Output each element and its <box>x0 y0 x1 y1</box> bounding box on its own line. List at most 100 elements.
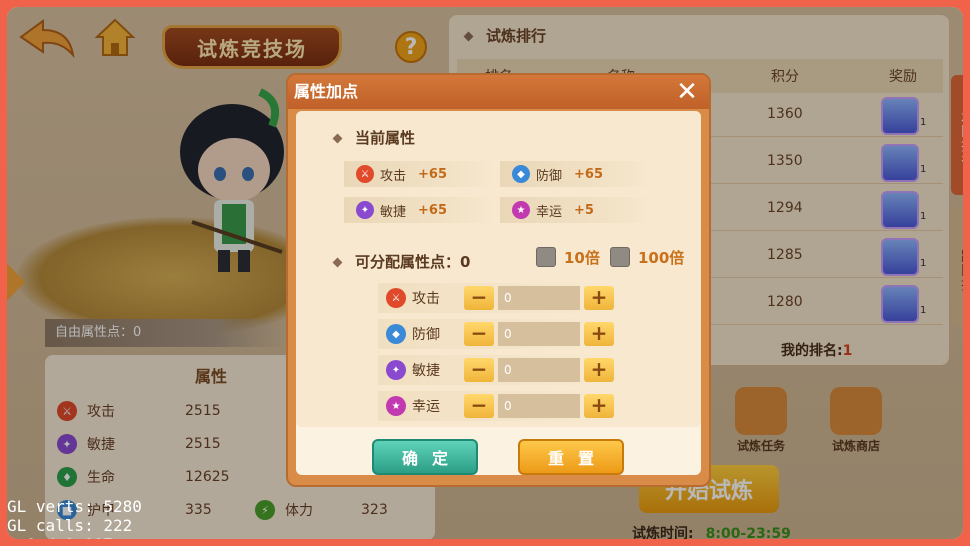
multiplier-10-label: 10倍 <box>564 249 600 267</box>
defense-points-input[interactable] <box>498 322 580 346</box>
attack-icon: ⚔ <box>356 165 374 183</box>
free-points-label: 自由属性点：0 <box>45 319 285 347</box>
current-attack: ⚔ 攻击 +65 <box>344 161 494 187</box>
gift-box-icon[interactable] <box>881 238 919 276</box>
plus-button[interactable]: + <box>584 322 614 346</box>
alloc-label: 幸运 <box>412 399 440 415</box>
alloc-row-luck: ★ 幸运 − + <box>378 391 648 421</box>
page-title: 试炼竞技场 <box>162 25 342 69</box>
life-icon: ♦ <box>57 467 77 487</box>
debug-line: GL verts: 5280 <box>7 497 142 516</box>
ranking-title: 试炼排行 <box>463 25 547 46</box>
clipboard-icon <box>735 387 787 435</box>
stat-agility: ✦ 敏捷 2515 <box>57 434 221 454</box>
attr-label: 敏捷 <box>380 204 407 220</box>
row-score: 1294 <box>767 200 803 216</box>
help-icon[interactable]: ? <box>395 31 427 63</box>
plus-button[interactable]: + <box>584 394 614 418</box>
row-score: 1285 <box>767 247 803 263</box>
attr-bonus: +65 <box>418 202 447 218</box>
gift-box-icon[interactable] <box>881 97 919 135</box>
trial-time: 试炼时间: 8:00-23:59 <box>632 523 791 542</box>
modal-body: 当前属性 ⚔ 攻击 +65 ◆ 防御 +65 ✦ 敏捷 +65 ★ 幸运 +5 … <box>296 111 701 475</box>
attr-bonus: +65 <box>418 166 447 182</box>
multiplier-100-checkbox[interactable] <box>610 247 630 267</box>
diamond-icon <box>332 257 343 268</box>
multiplier-10-checkbox[interactable] <box>536 247 556 267</box>
stat-label: 攻击 <box>87 404 115 420</box>
modal-content: 当前属性 ⚔ 攻击 +65 ◆ 防御 +65 ✦ 敏捷 +65 ★ 幸运 +5 … <box>296 111 701 427</box>
reset-button[interactable]: 重置 <box>518 439 624 475</box>
my-rank-value: 1 <box>842 343 853 359</box>
minus-button[interactable]: − <box>464 394 494 418</box>
debug-line: 0.0 / 0.017 <box>7 535 113 546</box>
alloc-row-defense: ◆ 防御 − + <box>378 319 648 349</box>
agility-icon: ✦ <box>57 434 77 454</box>
gift-box-icon[interactable] <box>881 191 919 229</box>
debug-overlay: GL verts: 5280 GL calls: 222 0.0 / 0.017 <box>7 497 142 546</box>
trial-time-label: 试炼时间: <box>632 526 694 542</box>
stat-label: 敏捷 <box>87 437 115 453</box>
tab-cross-rank[interactable]: 跨区排 <box>951 207 963 327</box>
agility-points-input[interactable] <box>498 358 580 382</box>
alloc-row-agility: ✦ 敏捷 − + <box>378 355 648 385</box>
trial-task-button[interactable]: 试炼任务 <box>729 387 793 454</box>
row-score: 1360 <box>767 106 803 122</box>
attr-bonus: +5 <box>574 202 594 218</box>
attack-points-input[interactable] <box>498 286 580 310</box>
row-score: 1280 <box>767 294 803 310</box>
agility-icon: ✦ <box>356 201 374 219</box>
home-icon[interactable] <box>93 15 137 59</box>
minus-button[interactable]: − <box>464 358 494 382</box>
stat-stamina: ⚡ 体力 323 <box>255 500 388 520</box>
shop-icon <box>830 387 882 435</box>
alloc-title: 可分配属性点：0 <box>332 251 471 272</box>
diamond-icon <box>332 133 343 144</box>
col-score: 积分 <box>771 69 799 85</box>
stat-value: 2515 <box>185 436 221 452</box>
agility-icon: ✦ <box>386 360 406 380</box>
close-icon[interactable]: ✕ <box>673 78 701 106</box>
attack-icon: ⚔ <box>57 401 77 421</box>
trial-time-value: 8:00-23:59 <box>705 526 791 542</box>
col-reward: 奖励 <box>889 69 917 85</box>
tab-local-rank[interactable]: 本区排名 <box>951 75 963 195</box>
stat-value: 2515 <box>185 403 221 419</box>
gift-box-icon[interactable] <box>881 144 919 182</box>
diamond-icon <box>463 31 474 42</box>
trial-shop-button[interactable]: 试炼商店 <box>824 387 888 454</box>
confirm-button[interactable]: 确定 <box>372 439 478 475</box>
stat-value: 323 <box>361 502 388 518</box>
plus-button[interactable]: + <box>584 358 614 382</box>
attr-label: 幸运 <box>536 204 563 220</box>
shield-icon: ◆ <box>512 165 530 183</box>
reward-count: 1 <box>920 211 927 222</box>
current-luck: ★ 幸运 +5 <box>500 197 650 223</box>
star-icon: ★ <box>386 396 406 416</box>
ranking-title-text: 试炼排行 <box>486 27 547 45</box>
minus-button[interactable]: − <box>464 322 494 346</box>
current-defense: ◆ 防御 +65 <box>500 161 650 187</box>
trial-shop-label: 试炼商店 <box>831 439 880 453</box>
minus-button[interactable]: − <box>464 286 494 310</box>
back-arrow-icon[interactable] <box>17 17 77 59</box>
star-icon: ★ <box>512 201 530 219</box>
multiplier-100-label: 100倍 <box>638 249 685 267</box>
reward-count: 1 <box>920 164 927 175</box>
game-frame: 试炼竞技场 ? 自由属性点：0 属性 ⚔ 攻击 2515 ✦ 敏捷 2515 ♦… <box>0 0 970 546</box>
stat-label: 生命 <box>87 470 115 486</box>
debug-line: GL calls: 222 <box>7 516 133 535</box>
attr-bonus: +65 <box>574 166 603 182</box>
alloc-label: 敏捷 <box>412 363 440 379</box>
gift-box-icon[interactable] <box>881 285 919 323</box>
trial-task-label: 试炼任务 <box>736 439 785 453</box>
stat-attack: ⚔ 攻击 2515 <box>57 401 221 421</box>
alloc-title-text: 可分配属性点： <box>355 253 461 271</box>
luck-points-input[interactable] <box>498 394 580 418</box>
plus-button[interactable]: + <box>584 286 614 310</box>
alloc-points: 0 <box>460 253 471 271</box>
row-score: 1350 <box>767 153 803 169</box>
attr-label: 防御 <box>536 168 563 184</box>
my-rank: 我的排名:1 <box>781 340 852 360</box>
reward-count: 1 <box>920 117 927 128</box>
